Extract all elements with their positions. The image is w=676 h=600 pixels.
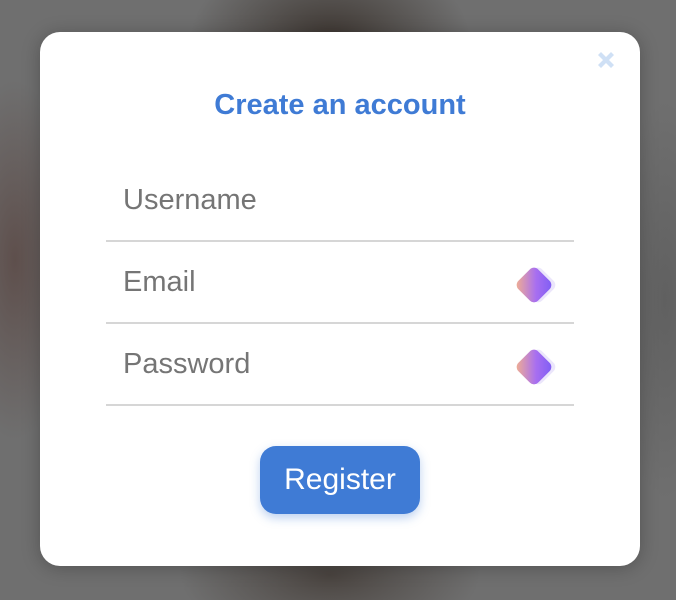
username-field — [106, 160, 574, 242]
dialog-title: Create an account — [214, 89, 466, 121]
username-input[interactable] — [106, 160, 574, 240]
close-button[interactable] — [594, 48, 618, 72]
password-manager-icon[interactable] — [508, 259, 562, 313]
email-field — [106, 242, 574, 324]
register-dialog: Create an account Username Email Registe… — [40, 32, 640, 566]
password-input[interactable] — [106, 324, 574, 404]
password-field — [106, 324, 574, 406]
email-input[interactable] — [106, 242, 574, 322]
close-icon — [598, 52, 614, 68]
register-button[interactable]: Register — [260, 446, 420, 514]
password-manager-icon[interactable] — [508, 341, 562, 395]
